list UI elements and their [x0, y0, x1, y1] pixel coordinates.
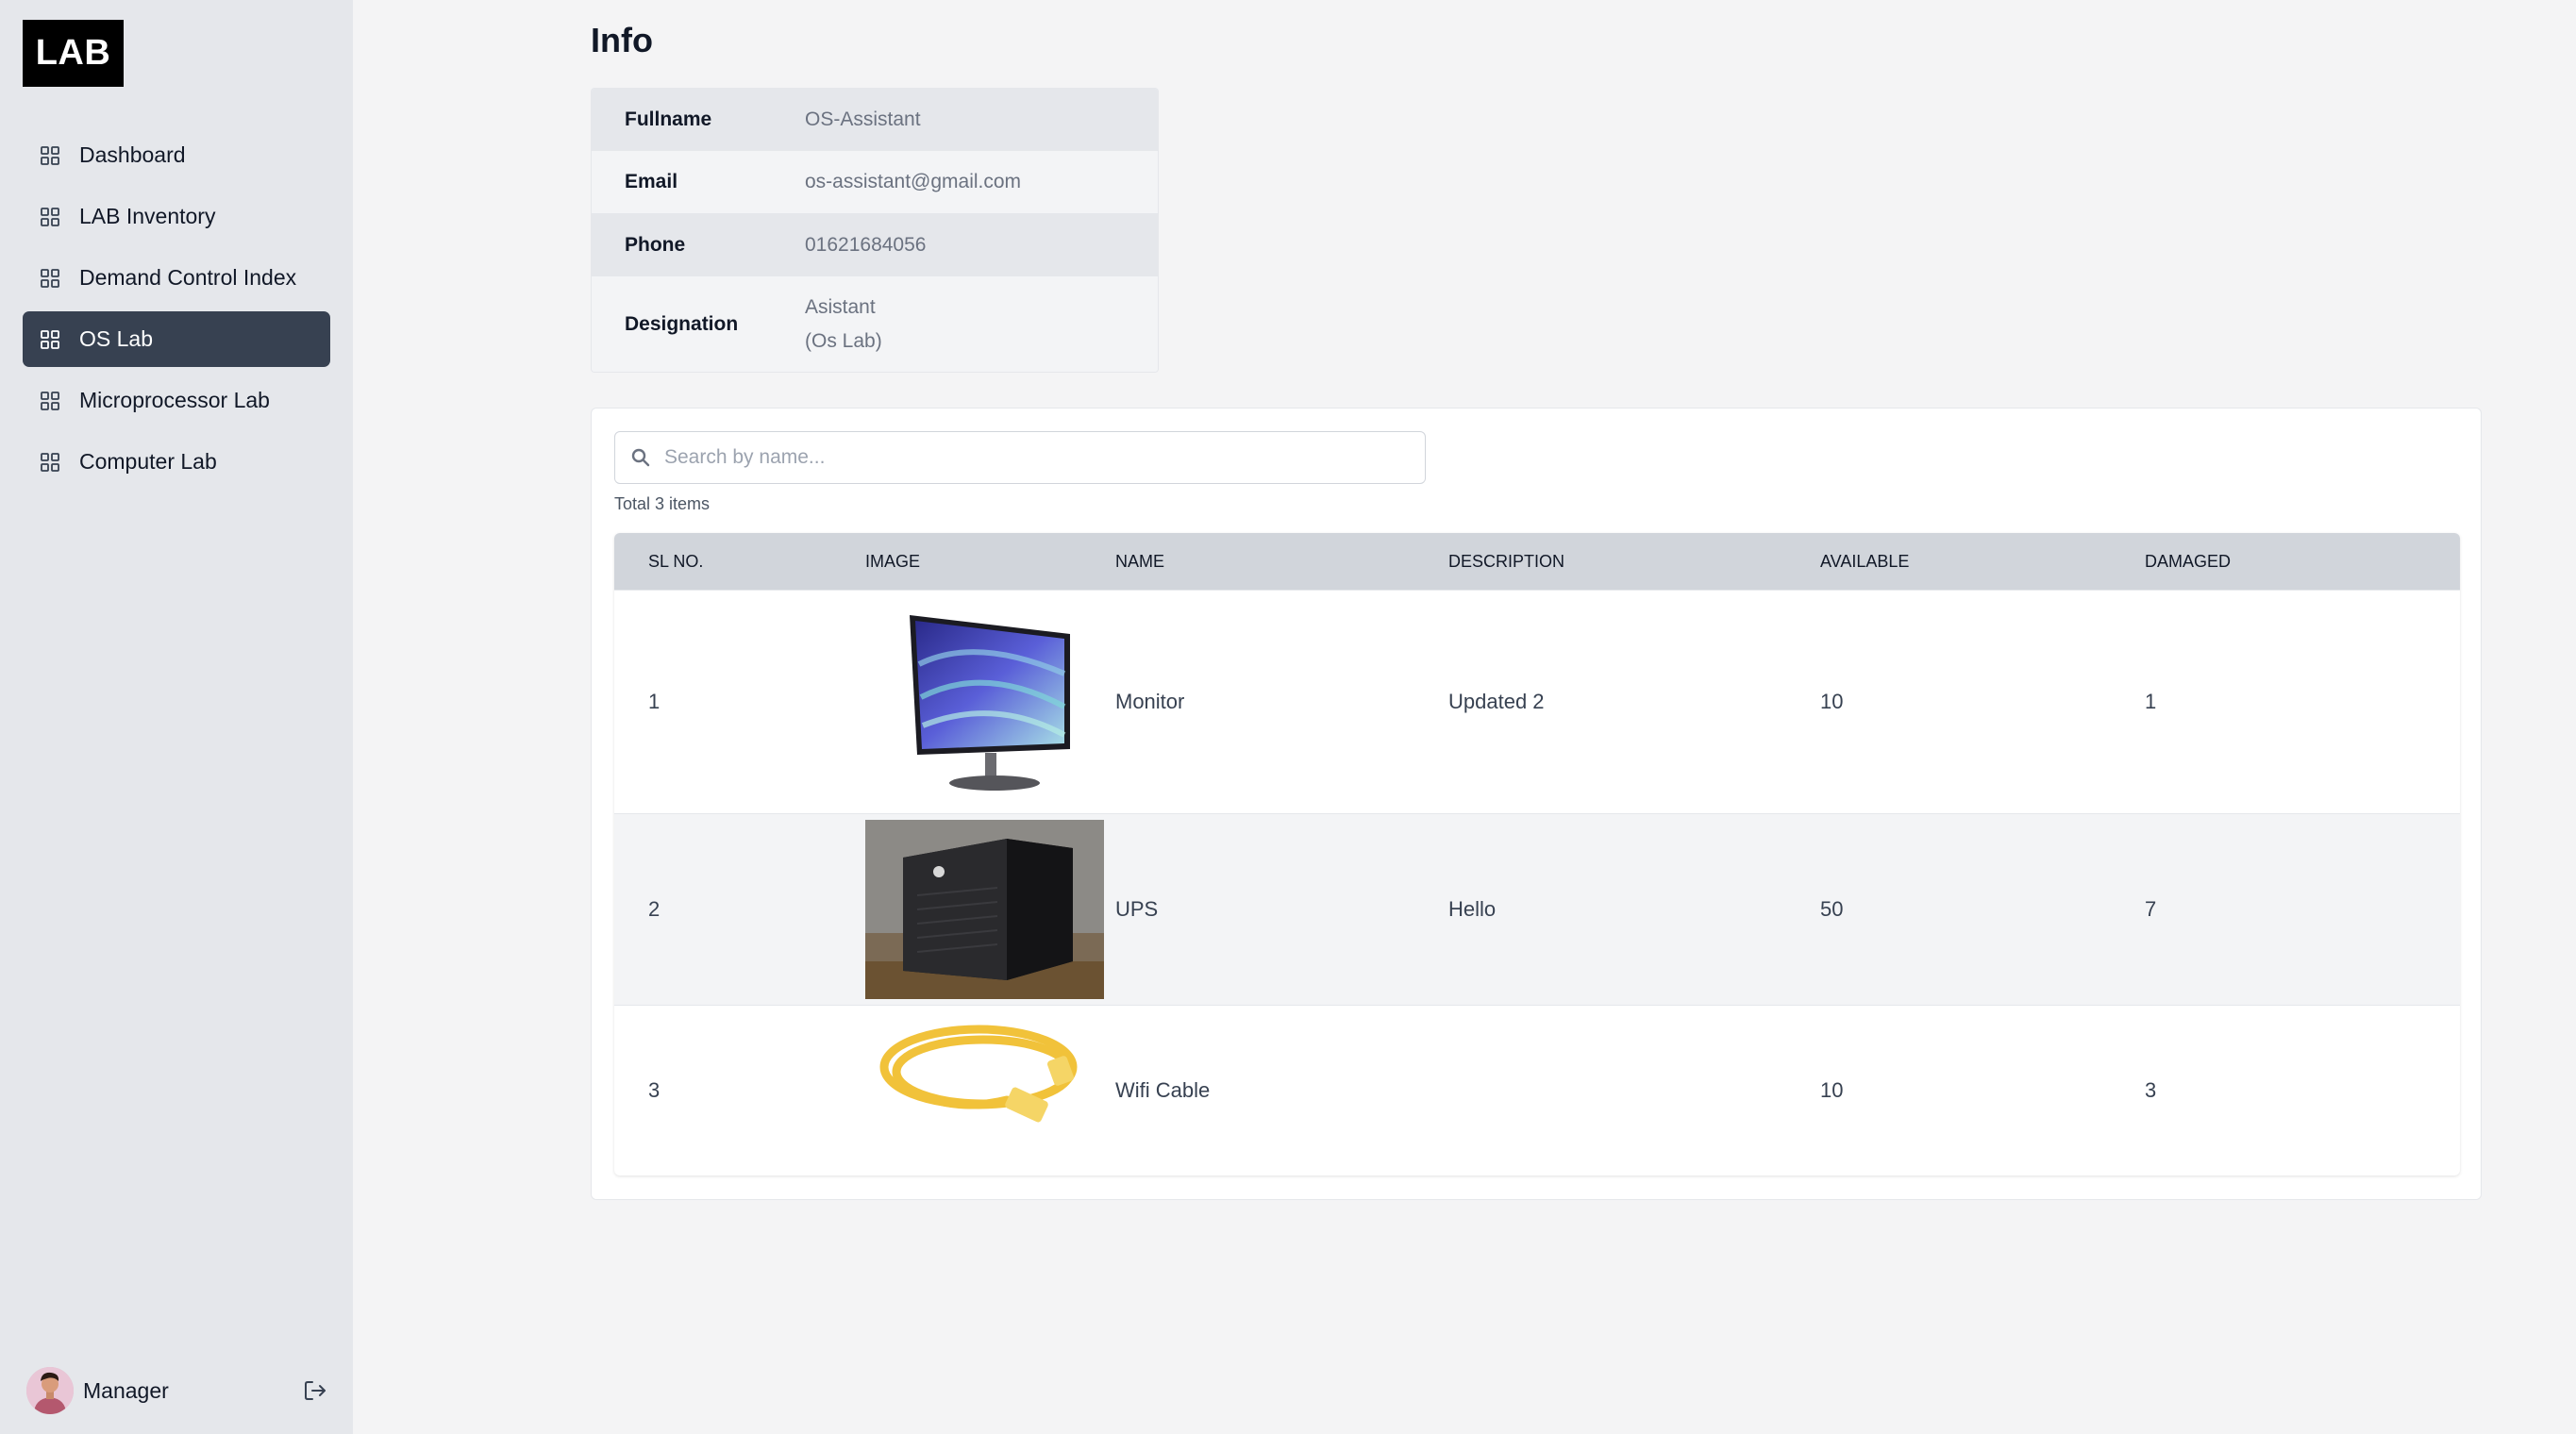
sidebar-item-os-lab[interactable]: OS Lab [23, 311, 330, 367]
cell-name: Wifi Cable [1115, 1078, 1211, 1102]
ups-image [865, 820, 1104, 999]
sidebar-nav: Dashboard LAB Inventory Demand Control I… [23, 127, 330, 495]
designation-title: Asistant [805, 295, 876, 318]
col-description-header[interactable]: DESCRIPTION [1448, 552, 1820, 572]
cell-sl: 1 [648, 690, 661, 713]
total-items: Total 3 items [614, 494, 711, 513]
cell-description: Hello [1448, 897, 1497, 921]
fullname-label: Fullname [625, 108, 712, 130]
info-row-fullname: Fullname OS-Assistant [592, 89, 1158, 151]
grid-icon [40, 145, 60, 166]
monitor-image [865, 608, 1104, 796]
grid-icon [40, 207, 60, 227]
user-name: Manager [83, 1377, 169, 1403]
grid-icon [40, 391, 60, 411]
sidebar-item-lab-inventory[interactable]: LAB Inventory [23, 189, 330, 244]
sidebar-item-microprocessor-lab[interactable]: Microprocessor Lab [23, 373, 330, 428]
phone-label: Phone [625, 233, 686, 256]
search-box [614, 431, 1426, 484]
user-profile: Manager [26, 1364, 328, 1417]
logout-icon[interactable] [302, 1377, 328, 1404]
inventory-table: SL NO. IMAGE NAME DESCRIPTION AVAILABLE … [614, 533, 2460, 1176]
cell-image [865, 820, 1115, 999]
col-name-header[interactable]: NAME [1115, 552, 1448, 572]
col-available-header[interactable]: AVAILABLE [1820, 552, 2145, 572]
cell-image [865, 608, 1115, 796]
cell-damaged: 1 [2145, 690, 2157, 713]
cell-damaged: 7 [2145, 897, 2157, 921]
cell-available: 10 [1820, 690, 1844, 713]
col-sl-header[interactable]: SL NO. [614, 552, 865, 572]
info-row-email: Email os-assistant@gmail.com [592, 151, 1158, 214]
cell-available: 50 [1820, 897, 1844, 921]
search-icon [630, 447, 651, 468]
app-logo[interactable]: LAB [23, 20, 124, 87]
cell-damaged: 3 [2145, 1078, 2157, 1102]
info-row-designation: Designation Asistant (Os Lab) [592, 276, 1158, 372]
sidebar-item-label: OS Lab [79, 326, 153, 351]
sidebar: LAB Dashboard LAB Inventory Demand Contr… [0, 0, 353, 1434]
designation-label: Designation [625, 312, 739, 335]
table-row[interactable]: 3 Wifi Cable 10 3 [614, 1005, 2460, 1176]
sidebar-item-label: Microprocessor Lab [79, 388, 270, 412]
cell-sl: 2 [648, 897, 661, 921]
table-header: SL NO. IMAGE NAME DESCRIPTION AVAILABLE … [614, 533, 2460, 590]
page-title: Info [591, 21, 653, 59]
inventory-card: Total 3 items SL NO. IMAGE NAME DESCRIPT… [591, 408, 2482, 1200]
table-row[interactable]: 2 UPS Hello 50 7 [614, 813, 2460, 1005]
cell-description: Updated 2 [1448, 690, 1545, 713]
cell-available: 10 [1820, 1078, 1844, 1102]
sidebar-item-dashboard[interactable]: Dashboard [23, 127, 330, 183]
sidebar-item-demand-control-index[interactable]: Demand Control Index [23, 250, 330, 306]
designation-lab: (Os Lab) [805, 329, 882, 352]
info-table: Fullname OS-Assistant Email os-assistant… [591, 88, 1159, 373]
avatar[interactable] [26, 1367, 74, 1414]
cell-sl: 3 [648, 1078, 661, 1102]
sidebar-item-label: Computer Lab [79, 449, 217, 474]
fullname-value: OS-Assistant [805, 108, 921, 130]
email-value: os-assistant@gmail.com [805, 171, 1022, 192]
sidebar-item-computer-lab[interactable]: Computer Lab [23, 434, 330, 490]
col-damaged-header[interactable]: DAMAGED [2145, 552, 2460, 572]
cell-name: UPS [1115, 897, 1159, 921]
table-row[interactable]: 1 Monitor Updated 2 10 1 [614, 590, 2460, 813]
search-input[interactable] [664, 446, 1400, 469]
cell-name: Monitor [1115, 690, 1185, 713]
sidebar-item-label: Dashboard [79, 142, 186, 167]
cable-image [865, 1010, 1104, 1171]
grid-icon [40, 268, 60, 289]
sidebar-item-label: LAB Inventory [79, 204, 216, 228]
email-label: Email [625, 171, 678, 192]
cell-image [865, 1010, 1115, 1171]
phone-value: 01621684056 [805, 233, 927, 256]
grid-icon [40, 452, 60, 473]
info-row-phone: Phone 01621684056 [592, 214, 1158, 276]
sidebar-item-label: Demand Control Index [79, 265, 297, 290]
designation-value: Asistant (Os Lab) [805, 291, 882, 358]
col-image-header[interactable]: IMAGE [865, 552, 1115, 572]
grid-icon [40, 329, 60, 350]
